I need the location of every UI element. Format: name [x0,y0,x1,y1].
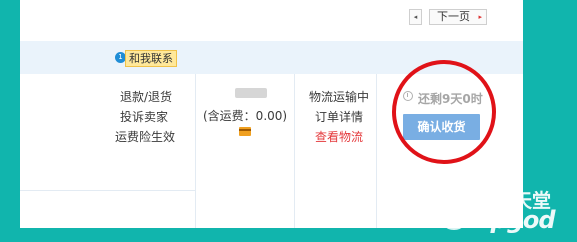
logistics-status: 物流运输中 [309,90,370,104]
chevron-left-icon: ◂ [413,13,418,21]
row-divider [20,190,195,191]
credit-card-icon [239,127,251,136]
watermark-logo-icon: P [439,200,469,230]
next-page-button[interactable]: 下一页 ▸ [429,9,487,25]
complain-seller-link[interactable]: 投诉卖家 [120,110,168,124]
column-divider [195,74,196,228]
column-divider [376,74,377,228]
next-page-label: 下一页 [437,10,470,23]
refund-link[interactable]: 退款/退货 [120,90,172,104]
shipping-fee-note: (含运费：0.00) [203,109,288,123]
column-divider [294,74,295,228]
watermark-brand: xpgod [476,206,556,234]
view-logistics-link[interactable]: 查看物流 [315,130,363,144]
previous-page-button[interactable]: ◂ [409,9,422,25]
contact-seller-button[interactable]: 和我联系 [125,50,177,67]
shipping-insurance-link[interactable]: 运费险生效 [115,130,175,144]
chevron-right-icon: ▸ [478,13,482,21]
order-panel: ◂ 下一页 ▸ 1 和我联系 退款/退货 投诉卖家 运费险生效 (含运费：0.0… [20,0,523,228]
order-details-link[interactable]: 订单详情 [315,110,363,124]
order-price [235,88,267,98]
